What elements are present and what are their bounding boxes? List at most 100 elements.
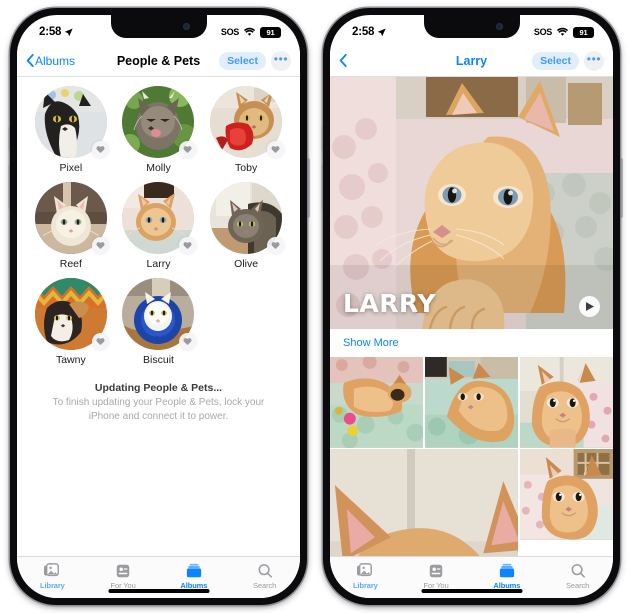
hero-photo[interactable]: LARRY (330, 77, 613, 329)
updating-status-block: Updating People & Pets... To finish upda… (17, 374, 300, 423)
heart-icon (96, 338, 105, 346)
left-screen: 2:58 SOS 91 Albums People & Pets Select … (17, 15, 300, 598)
tab-label: Library (40, 581, 65, 590)
status-bar-left: 2:58 (352, 26, 386, 38)
tab-albums[interactable]: Albums (472, 562, 543, 590)
play-button[interactable] (579, 296, 600, 317)
battery-indicator: 91 (260, 26, 281, 38)
thumb-kitten-sleeping (330, 357, 424, 448)
wifi-icon (556, 27, 569, 36)
person-name: Reef (59, 258, 82, 270)
favorite-badge[interactable] (179, 333, 197, 350)
right-nav-actions: Select ••• (532, 50, 604, 71)
chevron-left-icon (26, 54, 34, 67)
people-grid: Pixel Molly Toby Reef Larry Olive Tawny … (17, 77, 300, 374)
select-button[interactable]: Select (532, 51, 579, 70)
thumbnail-3[interactable] (519, 357, 613, 448)
favorite-badge[interactable] (91, 237, 109, 254)
power-button[interactable] (620, 158, 623, 218)
avatar-wrap (34, 182, 109, 254)
power-button[interactable] (307, 158, 310, 218)
home-indicator[interactable] (108, 589, 209, 593)
notch (423, 15, 520, 38)
person-name: Toby (235, 162, 258, 174)
left-iphone-device: 2:58 SOS 91 Albums People & Pets Select … (7, 8, 310, 605)
thumb-kitten-floral-blanket (519, 449, 613, 540)
status-subtitle: To finish updating your People & Pets, l… (52, 397, 265, 422)
tab-search[interactable]: Search (229, 562, 300, 590)
back-label: Albums (35, 53, 76, 68)
avatar-wrap (122, 278, 197, 350)
more-options-button[interactable]: ••• (584, 50, 604, 71)
home-indicator[interactable] (421, 589, 522, 593)
front-camera-icon (495, 23, 503, 30)
photos-library-icon (43, 562, 61, 579)
albums-icon (498, 562, 516, 579)
front-camera-icon (182, 23, 190, 30)
people-and-pets-content: Pixel Molly Toby Reef Larry Olive Tawny … (17, 77, 300, 556)
favorite-badge[interactable] (91, 141, 109, 158)
albums-icon (185, 562, 203, 579)
favorite-badge[interactable] (91, 333, 109, 350)
search-icon (256, 562, 274, 579)
thumbnail-5[interactable] (519, 449, 613, 540)
tab-albums[interactable]: Albums (159, 562, 230, 590)
show-more-bar: Show More (330, 329, 613, 357)
show-more-link[interactable]: Show More (343, 337, 399, 349)
thumbnail-1[interactable] (330, 357, 424, 448)
tab-library[interactable]: Library (330, 562, 401, 590)
play-icon (586, 302, 595, 311)
left-tab-bar: Library For You Albums Search (17, 556, 300, 598)
heart-icon (184, 242, 192, 250)
person-name: Olive (234, 258, 259, 270)
sos-indicator: SOS (220, 27, 239, 37)
back-button[interactable] (339, 54, 347, 67)
person-cell-toby[interactable]: Toby (202, 86, 290, 174)
person-name: Pixel (59, 162, 83, 174)
thumbnail-2[interactable] (424, 357, 519, 448)
favorite-badge[interactable] (267, 237, 285, 254)
for-you-icon (427, 562, 445, 579)
avatar-wrap (122, 86, 197, 158)
tab-search[interactable]: Search (542, 562, 613, 590)
photo-thumbnail-grid (330, 357, 613, 556)
thumbnail-4[interactable] (330, 449, 519, 556)
person-cell-olive[interactable]: Olive (202, 182, 290, 270)
tab-library[interactable]: Library (17, 562, 88, 590)
thumb-kitten-ears-closeup (330, 449, 519, 556)
person-cell-biscuit[interactable]: Biscuit (115, 278, 203, 366)
location-arrow-icon (64, 27, 73, 36)
heart-icon (271, 146, 280, 154)
person-cell-larry[interactable]: Larry (115, 182, 203, 270)
chevron-left-icon (339, 54, 347, 67)
tab-for-you[interactable]: For You (88, 562, 159, 590)
tab-label: Search (253, 581, 277, 590)
select-button[interactable]: Select (219, 51, 266, 70)
tab-label: Library (353, 581, 378, 590)
notch (110, 15, 207, 38)
status-title: Updating People & Pets... (94, 382, 223, 394)
more-options-button[interactable]: ••• (271, 50, 291, 71)
heart-icon (96, 242, 105, 250)
favorite-badge[interactable] (179, 141, 197, 158)
for-you-icon (114, 562, 132, 579)
left-nav-actions: Select ••• (219, 50, 291, 71)
favorite-badge[interactable] (267, 141, 285, 158)
person-name: Biscuit (143, 354, 174, 366)
right-nav-bar: Larry Select ••• (330, 45, 613, 77)
tab-for-you[interactable]: For You (401, 562, 472, 590)
person-cell-reef[interactable]: Reef (27, 182, 115, 270)
heart-icon (271, 242, 280, 250)
person-cell-tawny[interactable]: Tawny (27, 278, 115, 366)
person-cell-pixel[interactable]: Pixel (27, 86, 115, 174)
person-name: Larry (146, 258, 171, 270)
thumb-kitten-sitting (424, 357, 519, 448)
dual-phone-stage: 2:58 SOS 91 Albums People & Pets Select … (0, 0, 630, 613)
back-to-albums-button[interactable]: Albums (26, 54, 75, 68)
tab-label: Search (566, 581, 590, 590)
favorite-badge[interactable] (179, 237, 197, 254)
person-cell-molly[interactable]: Molly (115, 86, 203, 174)
avatar-wrap (34, 86, 109, 158)
person-name: Tawny (55, 354, 86, 366)
avatar-wrap (34, 278, 109, 350)
